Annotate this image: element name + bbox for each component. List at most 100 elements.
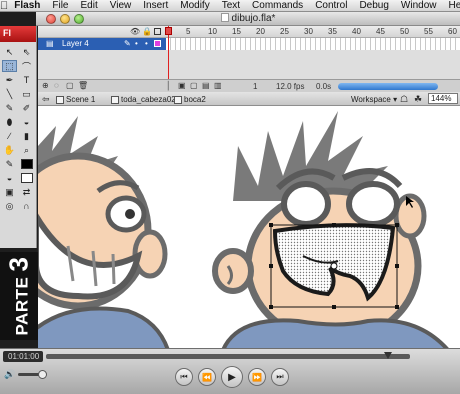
symbol-icon xyxy=(174,95,182,104)
stroke-color-icon[interactable]: ✎ xyxy=(2,158,17,170)
timeline-scrollbar[interactable] xyxy=(338,83,438,90)
breadcrumb-symbol-2[interactable]: boca2 xyxy=(174,95,206,104)
document-title-text: dibujo.fla* xyxy=(231,13,276,24)
cartoon-artwork xyxy=(38,111,451,350)
menu-debug[interactable]: Debug xyxy=(353,0,394,12)
transform-point[interactable] xyxy=(330,262,338,270)
insert-guide-icon[interactable]: ◌ xyxy=(54,81,59,90)
fill-color-swatch[interactable] xyxy=(19,172,34,184)
fill-color-icon[interactable]: ◒ xyxy=(2,172,17,184)
scene-icon xyxy=(56,95,64,104)
ruler-tick: 50 xyxy=(400,27,409,36)
edit-scene-icon[interactable]: ☖ xyxy=(400,94,408,105)
menu-file[interactable]: File xyxy=(46,0,74,12)
flash-ide-screenshot:  Flash File Edit View Insert Modify Tex… xyxy=(0,0,460,394)
layer-lock-dot[interactable]: • xyxy=(145,39,148,48)
playback-controls: ⏮ ⏪ ▶ ⏩ ⏭ xyxy=(175,366,289,388)
breadcrumb-symbol-2-label: boca2 xyxy=(184,95,206,104)
rectangle-tool-icon[interactable]: ▭ xyxy=(19,88,34,100)
outline-toggle-icon[interactable] xyxy=(154,28,161,35)
insert-folder-icon[interactable]: ▢ xyxy=(66,81,74,90)
lock-icon[interactable]: 🔒 xyxy=(142,27,152,36)
previous-chapter-button[interactable]: ⏮ xyxy=(175,368,193,386)
edit-symbols-icon[interactable]: ☘ xyxy=(414,94,422,105)
insert-layer-icon[interactable]: ⊕ xyxy=(42,81,49,90)
breadcrumb-scene[interactable]: Scene 1 xyxy=(56,95,95,104)
swap-colors-icon[interactable]: ⇄ xyxy=(19,186,34,198)
apple-menu-icon[interactable]:  xyxy=(0,0,8,12)
eraser-tool-icon[interactable]: ▮ xyxy=(19,130,34,142)
workspace-dropdown[interactable]: Workspace ▾ xyxy=(351,95,397,104)
timeline-header: 👁 🔒 1 5 10 15 20 25 30 35 40 45 50 55 60 xyxy=(38,26,460,38)
menu-app-flash[interactable]: Flash xyxy=(8,0,46,12)
zoom-field[interactable]: 144% xyxy=(428,93,458,104)
onion-markers-icon[interactable]: ▥ xyxy=(214,81,222,90)
eye-icon[interactable]: 👁 xyxy=(130,27,140,36)
scrub-playhead[interactable] xyxy=(384,352,393,359)
delete-layer-icon[interactable]: 🗑 xyxy=(78,81,88,90)
timecode-display: 01:01:00 xyxy=(3,351,43,362)
edit-multiple-icon[interactable]: ▤ xyxy=(202,81,210,90)
ruler-tick: 40 xyxy=(352,27,361,36)
lasso-tool-icon[interactable]: ⌒ xyxy=(19,60,34,72)
menu-text[interactable]: Text xyxy=(216,0,246,12)
text-tool-icon[interactable]: T xyxy=(19,74,34,86)
menu-window[interactable]: Window xyxy=(395,0,443,12)
menu-modify[interactable]: Modify xyxy=(174,0,215,12)
selection-tool-icon[interactable]: ↖ xyxy=(2,46,17,58)
volume-knob[interactable] xyxy=(38,370,48,379)
free-transform-tool-icon[interactable]: ⬚ xyxy=(2,60,17,72)
volume-slider[interactable] xyxy=(18,370,48,379)
layer-name: Layer 4 xyxy=(62,39,89,48)
onion-skin-icon[interactable]: ▣ xyxy=(178,81,186,90)
symbol-icon xyxy=(111,95,119,104)
line-tool-icon[interactable]: ╲ xyxy=(2,88,17,100)
scrub-track[interactable] xyxy=(46,354,410,359)
play-button[interactable]: ▶ xyxy=(221,366,243,388)
ruler-tick: 20 xyxy=(256,27,265,36)
menu-insert[interactable]: Insert xyxy=(137,0,174,12)
center-frame-icon[interactable]: │ xyxy=(166,81,171,90)
rewind-button[interactable]: ⏪ xyxy=(198,368,216,386)
timeline-panel: 👁 🔒 1 5 10 15 20 25 30 35 40 45 50 55 60… xyxy=(38,26,460,92)
frame-rate: 12.0 fps xyxy=(276,82,305,91)
object-drawing-icon[interactable]: ◎ xyxy=(2,200,17,212)
eyedropper-tool-icon[interactable]: ∕ xyxy=(2,130,17,142)
back-arrow-icon[interactable]: ⇦ xyxy=(42,94,50,105)
ruler-tick: 35 xyxy=(328,27,337,36)
menu-edit[interactable]: Edit xyxy=(75,0,104,12)
frame-cells[interactable] xyxy=(166,38,460,50)
parte-side-tab: PARTE 3 xyxy=(0,252,38,340)
ruler-tick: 45 xyxy=(376,27,385,36)
layer-outline-color[interactable] xyxy=(154,40,161,47)
hand-tool-icon[interactable]: ✋ xyxy=(2,144,17,156)
breadcrumb-symbol-1[interactable]: toda_cabeza02 xyxy=(111,95,176,104)
snap-magnet-icon[interactable]: ∩ xyxy=(19,200,34,212)
parte-label: PARTE 3 xyxy=(4,256,35,335)
ruler-tick: 25 xyxy=(280,27,289,36)
default-colors-icon[interactable]: ▣ xyxy=(2,186,17,198)
zoom-tool-icon[interactable]: ⌕ xyxy=(19,144,34,156)
ink-bottle-tool-icon[interactable]: ⬮ xyxy=(2,116,17,128)
onion-outline-icon[interactable]: ▢ xyxy=(190,81,198,90)
brush-tool-icon[interactable]: ✐ xyxy=(19,102,34,114)
pencil-tool-icon[interactable]: ✎ xyxy=(2,102,17,114)
stroke-color-swatch[interactable] xyxy=(19,158,34,170)
layer-visible-dot[interactable]: • xyxy=(135,39,138,48)
menu-help[interactable]: Help xyxy=(442,0,460,12)
volume-control: 🔊 xyxy=(4,369,48,380)
menu-commands[interactable]: Commands xyxy=(246,0,309,12)
paint-bucket-tool-icon[interactable]: ◒ xyxy=(19,116,34,128)
menu-control[interactable]: Control xyxy=(309,0,353,12)
playhead-handle[interactable] xyxy=(165,27,172,35)
tool-grid: ↖ ⇖ ⬚ ⌒ ✒ T ╲ ▭ ✎ ✐ ⬮ ◒ ∕ ▮ ✋ ⌕ ✎ ◒ ▣ ⇄ … xyxy=(0,42,36,216)
stage-canvas[interactable] xyxy=(38,106,460,350)
parte-word: PARTE xyxy=(12,276,32,336)
fast-forward-button[interactable]: ⏩ xyxy=(248,368,266,386)
menu-view[interactable]: View xyxy=(104,0,138,12)
next-chapter-button[interactable]: ⏭ xyxy=(271,368,289,386)
speaker-icon[interactable]: 🔊 xyxy=(4,369,15,380)
subselection-tool-icon[interactable]: ⇖ xyxy=(19,46,34,58)
left-character xyxy=(38,116,171,350)
pen-tool-icon[interactable]: ✒ xyxy=(2,74,17,86)
